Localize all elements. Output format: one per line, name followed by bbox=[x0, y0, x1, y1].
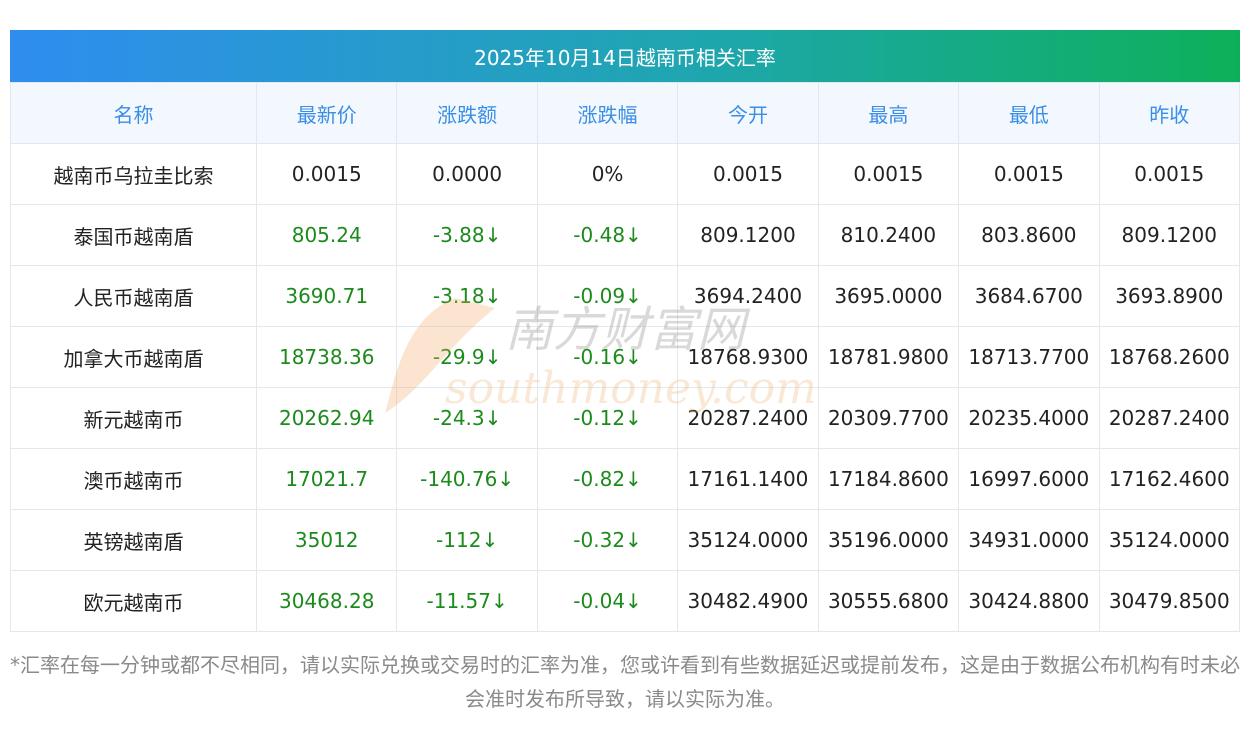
table-row: 澳币越南币 17021.7 -140.76↓ -0.82↓ 17161.1400 1718… bbox=[10, 448, 1241, 510]
cell-pct: -0.48↓ bbox=[536, 204, 679, 266]
cell-open: 17161.1400 bbox=[677, 448, 819, 510]
cell-low: 34931.0000 bbox=[958, 509, 1100, 571]
col-header-prev: 昨收 bbox=[1098, 82, 1241, 144]
cell-low: 20235.4000 bbox=[958, 387, 1100, 449]
rate-table-container: 2025年10月14日越南币相关汇率 名称 最新价 涨跌额 涨跌幅 今开 最高 … bbox=[10, 30, 1241, 632]
cell-low: 18713.7700 bbox=[958, 326, 1100, 388]
cell-prev: 20287.2400 bbox=[1098, 387, 1241, 449]
cell-name: 加拿大币越南盾 bbox=[10, 326, 257, 388]
table-row: 泰国币越南盾 805.24 -3.88↓ -0.48↓ 809.1200 810.2400… bbox=[10, 204, 1241, 266]
disclaimer-note: *汇率在每一分钟或都不尽相同，请以实际兑换或交易时的汇率为准，您或许看到有些数据… bbox=[10, 653, 1240, 711]
col-header-latest: 最新价 bbox=[255, 82, 398, 144]
cell-high: 17184.8600 bbox=[817, 448, 960, 510]
cell-latest: 805.24 bbox=[255, 204, 398, 266]
col-header-pct: 涨跌幅 bbox=[536, 82, 679, 144]
cell-pct: 0% bbox=[536, 143, 679, 205]
cell-high: 20309.7700 bbox=[817, 387, 960, 449]
cell-prev: 30479.8500 bbox=[1098, 570, 1241, 632]
cell-latest: 3690.71 bbox=[255, 265, 398, 327]
table-row: 新元越南币 20262.94 -24.3↓ -0.12↓ 20287.2400 20309… bbox=[10, 387, 1241, 449]
cell-low: 16997.6000 bbox=[958, 448, 1100, 510]
cell-pct: -0.09↓ bbox=[536, 265, 679, 327]
cell-open: 20287.2400 bbox=[677, 387, 819, 449]
cell-prev: 809.1200 bbox=[1098, 204, 1241, 266]
col-header-open: 今开 bbox=[677, 82, 819, 144]
table-title: 2025年10月14日越南币相关汇率 bbox=[10, 30, 1240, 82]
cell-open: 0.0015 bbox=[677, 143, 819, 205]
col-header-change: 涨跌额 bbox=[396, 82, 538, 144]
table-row: 人民币越南盾 3690.71 -3.18↓ -0.09↓ 3694.2400 3695.0… bbox=[10, 265, 1241, 327]
cell-open: 35124.0000 bbox=[677, 509, 819, 571]
cell-prev: 18768.2600 bbox=[1098, 326, 1241, 388]
cell-prev: 0.0015 bbox=[1098, 143, 1241, 205]
cell-name: 欧元越南币 bbox=[10, 570, 257, 632]
cell-low: 0.0015 bbox=[958, 143, 1100, 205]
cell-prev: 3693.8900 bbox=[1098, 265, 1241, 327]
col-header-name: 名称 bbox=[10, 82, 257, 144]
cell-change: -24.3↓ bbox=[396, 387, 538, 449]
cell-change: 0.0000 bbox=[396, 143, 538, 205]
table-header-row: 名称 最新价 涨跌额 涨跌幅 今开 最高 最低 昨收 bbox=[10, 82, 1241, 144]
cell-open: 30482.4900 bbox=[677, 570, 819, 632]
table-row: 加拿大币越南盾 18738.36 -29.9↓ -0.16↓ 18768.9300 187… bbox=[10, 326, 1241, 388]
col-header-low: 最低 bbox=[958, 82, 1100, 144]
cell-open: 3694.2400 bbox=[677, 265, 819, 327]
cell-low: 803.8600 bbox=[958, 204, 1100, 266]
cell-latest: 0.0015 bbox=[255, 143, 398, 205]
cell-latest: 30468.28 bbox=[255, 570, 398, 632]
cell-change: -29.9↓ bbox=[396, 326, 538, 388]
cell-change: -112↓ bbox=[396, 509, 538, 571]
cell-high: 30555.6800 bbox=[817, 570, 960, 632]
cell-name: 人民币越南盾 bbox=[10, 265, 257, 327]
cell-open: 809.1200 bbox=[677, 204, 819, 266]
cell-prev: 17162.4600 bbox=[1098, 448, 1241, 510]
cell-latest: 18738.36 bbox=[255, 326, 398, 388]
table-row: 越南币乌拉圭比索 0.0015 0.0000 0% 0.0015 0.0015 0.0015… bbox=[10, 143, 1241, 205]
cell-latest: 17021.7 bbox=[255, 448, 398, 510]
cell-change: -140.76↓ bbox=[396, 448, 538, 510]
cell-high: 3695.0000 bbox=[817, 265, 960, 327]
cell-prev: 35124.0000 bbox=[1098, 509, 1241, 571]
cell-high: 0.0015 bbox=[817, 143, 960, 205]
col-header-high: 最高 bbox=[817, 82, 960, 144]
cell-low: 3684.6700 bbox=[958, 265, 1100, 327]
cell-name: 越南币乌拉圭比索 bbox=[10, 143, 257, 205]
exchange-rate-table: 名称 最新价 涨跌额 涨跌幅 今开 最高 最低 昨收 越南币乌拉圭比索 0.001… bbox=[10, 82, 1241, 632]
cell-latest: 20262.94 bbox=[255, 387, 398, 449]
cell-name: 泰国币越南盾 bbox=[10, 204, 257, 266]
cell-pct: -0.16↓ bbox=[536, 326, 679, 388]
cell-pct: -0.12↓ bbox=[536, 387, 679, 449]
table-row: 欧元越南币 30468.28 -11.57↓ -0.04↓ 30482.4900 3055… bbox=[10, 570, 1241, 632]
cell-low: 30424.8800 bbox=[958, 570, 1100, 632]
table-row: 英镑越南盾 35012 -112↓ -0.32↓ 35124.0000 35196.000… bbox=[10, 509, 1241, 571]
cell-open: 18768.9300 bbox=[677, 326, 819, 388]
cell-high: 18781.9800 bbox=[817, 326, 960, 388]
cell-latest: 35012 bbox=[255, 509, 398, 571]
cell-change: -3.88↓ bbox=[396, 204, 538, 266]
cell-high: 35196.0000 bbox=[817, 509, 960, 571]
cell-change: -11.57↓ bbox=[396, 570, 538, 632]
cell-name: 澳币越南币 bbox=[10, 448, 257, 510]
cell-name: 英镑越南盾 bbox=[10, 509, 257, 571]
cell-pct: -0.04↓ bbox=[536, 570, 679, 632]
cell-change: -3.18↓ bbox=[396, 265, 538, 327]
cell-pct: -0.32↓ bbox=[536, 509, 679, 571]
cell-pct: -0.82↓ bbox=[536, 448, 679, 510]
cell-high: 810.2400 bbox=[817, 204, 960, 266]
cell-name: 新元越南币 bbox=[10, 387, 257, 449]
